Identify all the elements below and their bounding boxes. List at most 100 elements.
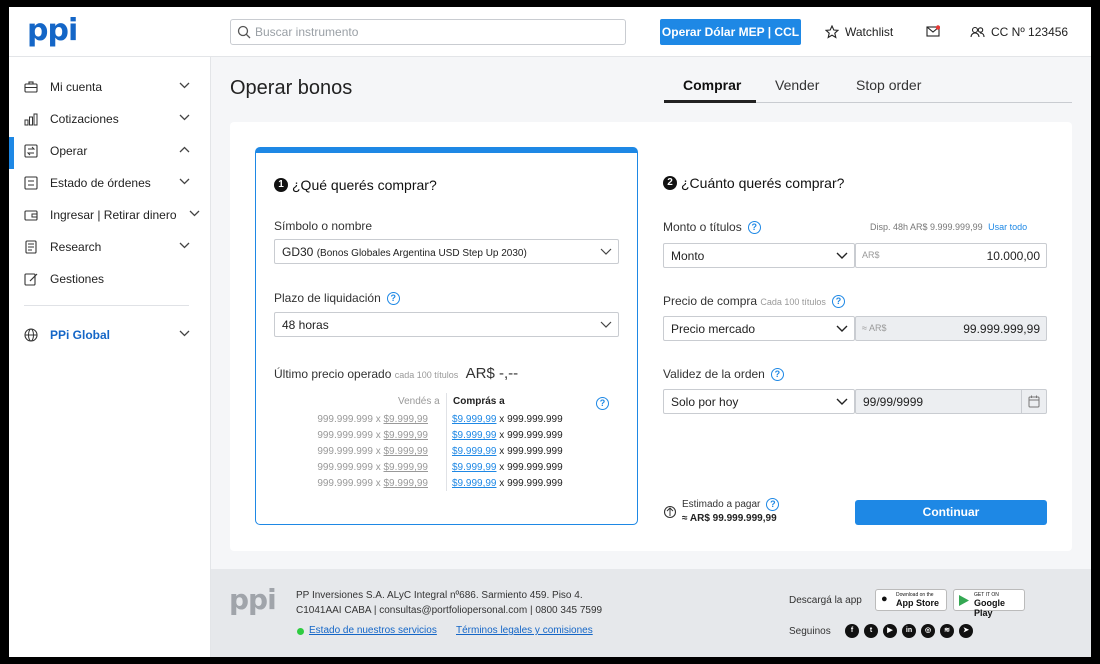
- facebook-icon[interactable]: f: [845, 624, 859, 638]
- tab-vender[interactable]: Vender: [775, 77, 819, 93]
- continuar-button[interactable]: Continuar: [855, 500, 1047, 525]
- telegram-icon[interactable]: ➤: [959, 624, 973, 638]
- footer-contact: C1041AAI CABA | consultas@portfolioperso…: [296, 605, 603, 616]
- help-icon[interactable]: ?: [766, 498, 780, 511]
- sidebar-item-estado-ordenes[interactable]: Estado de órdenes: [9, 169, 211, 197]
- chevron-down-icon: [836, 252, 848, 259]
- operar-dolar-mep-button[interactable]: Operar Dólar MEP | CCL: [660, 19, 801, 45]
- linkedin-icon[interactable]: in: [902, 624, 916, 638]
- ppi-logo[interactable]: ppi: [27, 13, 78, 48]
- chevron-down-icon: [836, 398, 848, 405]
- download-label: Descargá la app: [789, 595, 862, 606]
- plazo-select[interactable]: 48 horas: [274, 312, 619, 337]
- sell-qty: 999.999.999: [317, 446, 373, 457]
- status-dot: [297, 628, 304, 635]
- monto-value: 10.000,00: [986, 249, 1040, 263]
- monto-type-select[interactable]: Monto: [663, 243, 855, 268]
- sell-price-link[interactable]: $9.999,99: [384, 446, 429, 457]
- calendar-icon[interactable]: [1028, 395, 1040, 408]
- precio-sub: Cada 100 títulos: [760, 297, 826, 307]
- symbol-select[interactable]: GD30 (Bonos Globales Argentina USD Step …: [274, 239, 619, 264]
- precio-type-select[interactable]: Precio mercado: [663, 316, 855, 341]
- sidebar-item-label: Mi cuenta: [50, 80, 103, 94]
- star-icon: [825, 25, 839, 39]
- validez-label: Validez de la orden?: [663, 367, 784, 382]
- chevron-down-icon: [179, 178, 190, 185]
- sell-price-link[interactable]: $9.999,99: [384, 414, 429, 425]
- help-icon[interactable]: ?: [831, 295, 845, 309]
- sidebar-item-label: Estado de órdenes: [50, 176, 151, 190]
- sidebar-item-label: Ingresar | Retirar dinero: [50, 208, 177, 222]
- monto-input[interactable]: AR$ 10.000,00: [855, 243, 1047, 268]
- table-row: 999.999.999 x $9.999,99 $9.999,99 x 999.…: [317, 414, 620, 430]
- app-store-button[interactable]: ● Download on the App Store: [875, 589, 947, 611]
- buy-price-link[interactable]: $9.999,99: [452, 478, 497, 489]
- sidebar-item-label: PPi Global: [50, 328, 111, 342]
- account-menu[interactable]: CC Nº 123456: [970, 25, 1068, 39]
- buy-price-link[interactable]: $9.999,99: [452, 414, 497, 425]
- buy-price-link[interactable]: $9.999,99: [452, 462, 497, 473]
- sell-price-link[interactable]: $9.999,99: [384, 430, 429, 441]
- sidebar-item-research[interactable]: Research: [9, 233, 211, 261]
- buy-qty: 999.999.999: [507, 430, 563, 441]
- sell-price-link[interactable]: $9.999,99: [384, 478, 429, 489]
- sell-qty: 999.999.999: [317, 462, 373, 473]
- step2-title: 2 ¿Cuánto querés comprar?: [663, 175, 844, 191]
- help-icon[interactable]: ?: [747, 221, 761, 235]
- available-balance-text: Disp. 48h AR$ 9.999.999,99: [870, 222, 983, 232]
- x-sep: x: [499, 446, 505, 457]
- chevron-down-icon: [179, 114, 190, 121]
- google-play-button[interactable]: GET IT ON Google Play: [953, 589, 1025, 618]
- twitter-icon[interactable]: t: [864, 624, 878, 638]
- x-sep: x: [499, 478, 505, 489]
- tab-stop-order[interactable]: Stop order: [856, 77, 921, 93]
- sell-qty: 999.999.999: [317, 430, 373, 441]
- help-icon[interactable]: ?: [386, 292, 400, 306]
- account-label: CC Nº 123456: [991, 25, 1069, 39]
- help-icon[interactable]: ?: [596, 397, 609, 410]
- table-row: 999.999.999 x $9.999,99 $9.999,99 x 999.…: [317, 478, 620, 494]
- symbol-description: (Bonos Globales Argentina USD Step Up 20…: [316, 248, 527, 259]
- footer: ppi PP Inversiones S.A. ALyC Integral nº…: [211, 569, 1091, 657]
- wallet-icon: [24, 210, 38, 221]
- tab-comprar[interactable]: Comprar: [683, 77, 741, 93]
- watchlist-link[interactable]: Watchlist: [825, 25, 893, 39]
- sidebar-item-operar[interactable]: Operar: [9, 137, 211, 169]
- validez-select[interactable]: Solo por hoy: [663, 389, 855, 414]
- sidebar-divider: [24, 305, 189, 306]
- chevron-down-icon: [179, 242, 190, 249]
- sidebar-item-cotizaciones[interactable]: Cotizaciones: [9, 105, 211, 133]
- date-input: 99/99/9999: [855, 389, 1047, 414]
- sidebar-item-ingresar-retirar[interactable]: Ingresar | Retirar dinero: [9, 201, 211, 229]
- chart-icon: [24, 113, 38, 126]
- status-link[interactable]: Estado de nuestros servicios: [309, 625, 437, 636]
- mail-icon: [926, 25, 940, 37]
- buy-price-link[interactable]: $9.999,99: [452, 446, 497, 457]
- date-value: 99/99/9999: [863, 395, 924, 409]
- messages-button[interactable]: [926, 25, 940, 37]
- last-price-sub: cada 100 títulos: [394, 370, 459, 380]
- terms-link[interactable]: Términos legales y comisiones: [456, 625, 593, 636]
- precio-prefix: ≈ AR$: [862, 323, 887, 333]
- operation-tabs: Comprar Vender Stop order: [664, 69, 1072, 103]
- help-icon[interactable]: ?: [770, 368, 784, 382]
- play-icon: [959, 595, 969, 606]
- search-input[interactable]: [255, 23, 615, 41]
- sidebar: Mi cuenta Cotizaciones Operar Estado de …: [9, 57, 211, 657]
- spotify-icon[interactable]: ≋: [940, 624, 954, 638]
- appstore-label: App Store: [896, 598, 940, 608]
- monto-type-value: Monto: [671, 249, 705, 263]
- sidebar-item-ppi-global[interactable]: PPi Global: [9, 321, 211, 349]
- estimado-value: ≈ AR$ 99.999.999,99: [682, 513, 777, 524]
- sell-price-link[interactable]: $9.999,99: [384, 462, 429, 473]
- validez-label-text: Validez de la orden: [663, 367, 765, 381]
- youtube-icon[interactable]: ▶: [883, 624, 897, 638]
- search-box[interactable]: [230, 19, 626, 45]
- buy-price-link[interactable]: $9.999,99: [452, 430, 497, 441]
- sidebar-item-gestiones[interactable]: Gestiones: [9, 265, 211, 293]
- watchlist-label: Watchlist: [845, 25, 894, 39]
- instagram-icon[interactable]: ◎: [921, 624, 935, 638]
- x-sep: x: [499, 414, 505, 425]
- usar-todo-link[interactable]: Usar todo: [988, 222, 1027, 232]
- sidebar-item-mi-cuenta[interactable]: Mi cuenta: [9, 73, 211, 101]
